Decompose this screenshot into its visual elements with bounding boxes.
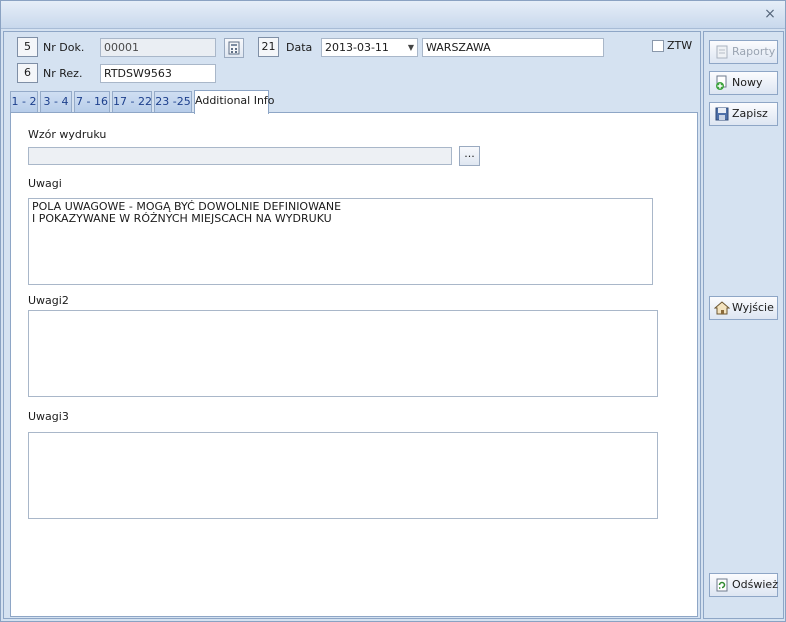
calculator-button[interactable]	[224, 38, 244, 58]
odswiez-label: Odśwież	[732, 578, 778, 591]
nr-rez-number: 6	[17, 63, 38, 83]
raporty-label: Raporty	[732, 45, 776, 58]
data-number: 21	[258, 37, 279, 57]
zapisz-label: Zapisz	[732, 107, 768, 120]
report-icon	[716, 45, 728, 59]
wyjscie-label: Wyjście	[732, 301, 774, 314]
uwagi-textarea[interactable]: POLA UWAGOWE - MOGĄ BYĆ DOWOLNIE DEFINIO…	[28, 198, 653, 285]
nr-rez-field[interactable]: RTDSW9563	[100, 64, 216, 83]
wyjscie-button[interactable]: Wyjście	[709, 296, 778, 320]
date-combo[interactable]: 2013-03-11 ▼	[321, 38, 418, 57]
title-bar: ×	[1, 1, 785, 29]
save-icon	[715, 107, 729, 121]
uwagi-label: Uwagi	[28, 177, 62, 190]
city-field[interactable]: WARSZAWA	[422, 38, 604, 57]
nr-rez-label: Nr Rez.	[43, 67, 83, 80]
tab-17-22[interactable]: 17 - 22	[112, 91, 152, 113]
uwagi2-label: Uwagi2	[28, 294, 69, 307]
close-button[interactable]: ×	[761, 6, 779, 24]
new-document-icon	[716, 75, 727, 90]
raporty-button[interactable]: Raporty	[709, 40, 778, 64]
date-value: 2013-03-11	[325, 41, 389, 54]
ztw-checkbox[interactable]	[652, 40, 664, 52]
tab-3-4[interactable]: 3 - 4	[40, 91, 72, 113]
app-window: × 5 Nr Dok. 00001 21 Data 2013-03-11 ▼ W…	[0, 0, 786, 622]
chevron-down-icon[interactable]: ▼	[408, 39, 414, 56]
data-label: Data	[286, 41, 313, 54]
refresh-icon	[716, 578, 728, 592]
calculator-icon	[228, 41, 240, 55]
nowy-button[interactable]: Nowy	[709, 71, 778, 95]
action-sidebar: Raporty Nowy Zapisz Wyjście Odśwież	[703, 31, 784, 619]
tab-1-2[interactable]: 1 - 2	[10, 91, 38, 113]
browse-button[interactable]: ...	[459, 146, 480, 166]
nr-dok-field[interactable]: 00001	[100, 38, 216, 57]
main-panel: 5 Nr Dok. 00001 21 Data 2013-03-11 ▼ WAR…	[3, 31, 701, 619]
uwagi3-textarea[interactable]	[28, 432, 658, 519]
tab-content: Wzór wydruku ... Uwagi POLA UWAGOWE - MO…	[10, 112, 698, 617]
uwagi2-textarea[interactable]	[28, 310, 658, 397]
home-icon	[714, 301, 730, 315]
wzor-label: Wzór wydruku	[28, 128, 107, 141]
nr-dok-label: Nr Dok.	[43, 41, 85, 54]
zapisz-button[interactable]: Zapisz	[709, 102, 778, 126]
uwagi3-label: Uwagi3	[28, 410, 69, 423]
nr-dok-number: 5	[17, 37, 38, 57]
ztw-label: ZTW	[667, 39, 693, 52]
odswiez-button[interactable]: Odśwież	[709, 573, 778, 597]
tab-23-25[interactable]: 23 -25	[154, 91, 192, 113]
nowy-label: Nowy	[732, 76, 763, 89]
wzor-field[interactable]	[28, 147, 452, 165]
tab-additional-info[interactable]: Additional Info	[194, 90, 275, 114]
tab-7-16[interactable]: 7 - 16	[74, 91, 110, 113]
